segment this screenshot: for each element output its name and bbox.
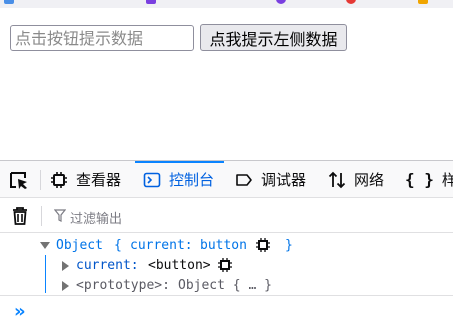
expand-arrow-icon[interactable] xyxy=(62,281,69,291)
expand-arrow-icon[interactable] xyxy=(62,261,69,271)
tab-label: 调试器 xyxy=(261,171,307,189)
tab-debugger[interactable]: 调试器 xyxy=(235,161,306,198)
bookmark-item[interactable] xyxy=(418,0,431,6)
inspector-icon xyxy=(51,171,67,188)
bookmark-item[interactable] xyxy=(4,0,17,6)
debugger-icon xyxy=(236,173,252,186)
object-key: current: xyxy=(130,238,193,253)
trash-icon[interactable] xyxy=(10,206,30,226)
object-close-brace: } xyxy=(285,238,293,253)
browser-window: 点我提示左侧数据 查看器 控制台 xyxy=(0,0,453,323)
tab-label: 样式 xyxy=(441,171,453,189)
property-value: Object { … } xyxy=(178,278,272,293)
tab-console[interactable]: 控制台 xyxy=(135,161,225,198)
page-content: 点我提示左侧数据 xyxy=(0,8,453,160)
filter-divider xyxy=(41,206,42,226)
devtools-panel: 查看器 控制台 调试器 网络 {} 样 过滤输出 Object {curre… xyxy=(0,160,453,323)
tab-network[interactable]: 网络 xyxy=(328,161,384,198)
collapse-arrow-icon[interactable] xyxy=(40,242,50,249)
style-editor-icon: { } xyxy=(405,169,434,189)
tab-label: 查看器 xyxy=(76,171,122,189)
object-open-brace: { xyxy=(114,238,122,253)
tab-label: 控制台 xyxy=(169,171,215,189)
console-input[interactable]: » xyxy=(0,295,453,323)
property-key: <prototype>: xyxy=(76,278,170,293)
console-icon xyxy=(143,172,161,187)
prompt-chevron-icon: » xyxy=(14,301,26,322)
console-filter-bar: 过滤输出 xyxy=(0,198,453,233)
console-output: Object { current: button } current: <but… xyxy=(0,233,453,295)
bookmark-item[interactable] xyxy=(146,0,159,6)
property-key: current: xyxy=(76,258,139,273)
bookmark-item[interactable] xyxy=(346,0,359,6)
filter-icon xyxy=(54,209,66,222)
tab-inspector[interactable]: 查看器 xyxy=(50,161,121,198)
tab-label: 网络 xyxy=(354,171,385,189)
node-inspect-icon[interactable] xyxy=(218,258,232,272)
toolbar-divider xyxy=(40,170,41,190)
bookmark-item[interactable] xyxy=(276,0,289,6)
object-value: button xyxy=(200,238,247,253)
data-input[interactable] xyxy=(10,25,194,51)
bookmarks-bar xyxy=(0,0,453,8)
filter-output-input[interactable]: 过滤输出 xyxy=(70,208,122,227)
network-icon xyxy=(328,171,346,188)
show-data-button[interactable]: 点我提示左侧数据 xyxy=(200,24,347,51)
object-label: Object xyxy=(56,238,103,253)
property-value: <button> xyxy=(148,258,211,273)
tree-guide-line xyxy=(45,255,46,293)
element-picker-icon[interactable] xyxy=(8,170,30,190)
tab-style-editor[interactable]: { } 样式 xyxy=(405,161,453,198)
node-inspect-icon[interactable] xyxy=(256,238,270,252)
devtools-toolbar: 查看器 控制台 调试器 网络 {} 样 xyxy=(0,161,453,198)
